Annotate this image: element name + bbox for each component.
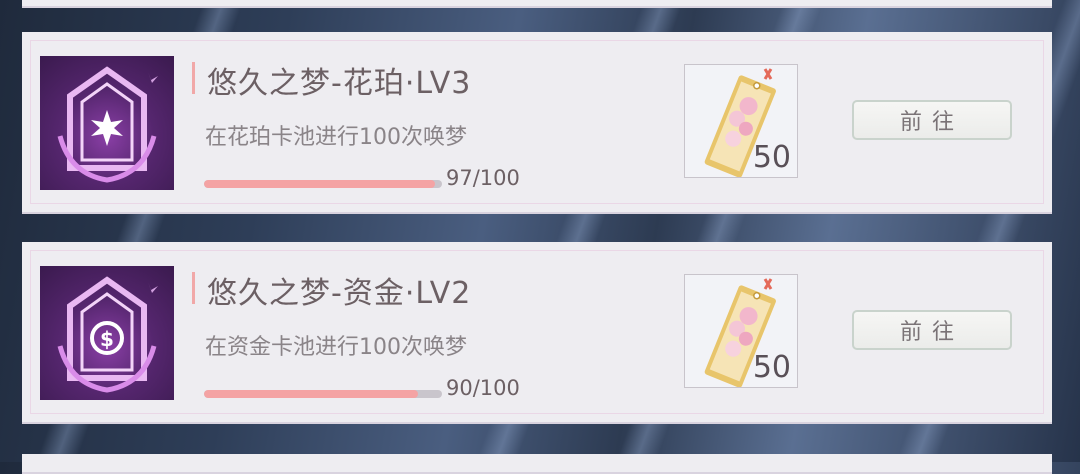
task-description: 在资金卡池进行100次唤梦 [205,335,467,360]
progress-bar-fill [204,390,419,398]
task-card-partial-top [22,0,1052,8]
task-description: 在花珀卡池进行100次唤梦 [205,125,467,150]
svg-text:$: $ [100,327,114,351]
task-title: 悠久之梦-资金·LV2 [207,276,472,311]
task-card: $ 悠久之梦-资金·LV2 在资金卡池进行100次唤梦 90/100 50 前往 [22,242,1052,424]
reward-count: 50 [752,140,791,175]
task-title: 悠久之梦-花珀·LV3 [207,66,472,101]
progress-text: 90/100 [446,376,520,400]
reward-slot[interactable]: 50 [684,274,798,388]
progress-bar-fill [204,180,435,188]
flower-emblem-icon [40,56,174,190]
task-card: 悠久之梦-花珀·LV3 在花珀卡池进行100次唤梦 97/100 50 前往 [22,32,1052,214]
task-card-partial-bottom [22,454,1052,474]
progress-bar [204,390,442,398]
coin-emblem-icon: $ [40,266,174,400]
reward-count: 50 [752,350,791,385]
go-button[interactable]: 前往 [852,100,1012,140]
progress-bar [204,180,442,188]
progress-text: 97/100 [446,166,520,190]
title-accent-bar [192,62,195,94]
title-accent-bar [192,272,195,304]
go-button[interactable]: 前往 [852,310,1012,350]
reward-slot[interactable]: 50 [684,64,798,178]
